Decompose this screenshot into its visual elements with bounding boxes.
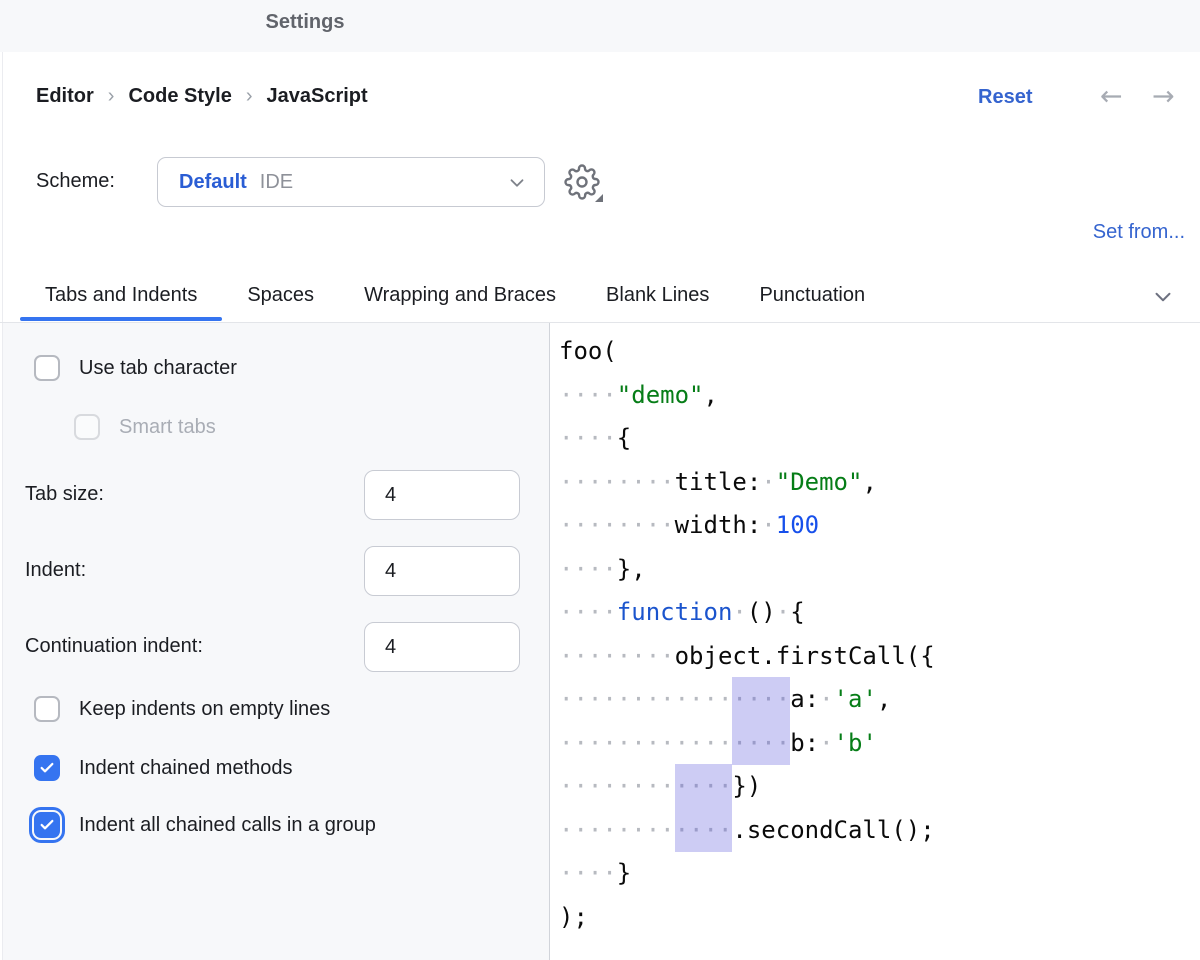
breadcrumb: Editor › Code Style › JavaScript: [36, 85, 368, 108]
settings-titlebar: Settings: [0, 0, 1200, 52]
breadcrumb-item-code-style[interactable]: Code Style: [128, 85, 231, 108]
checkbox-row-indent-chained-methods[interactable]: Indent chained methods: [34, 755, 293, 781]
smart-tabs-checkbox: [74, 414, 100, 440]
dialog-title: Settings: [266, 11, 345, 34]
continuation-indent-label: Continuation indent:: [25, 635, 203, 658]
indent-chained-methods-checkbox[interactable]: [34, 755, 60, 781]
checkbox-row-use-tab-character[interactable]: Use tab character: [34, 355, 237, 381]
indent-all-chained-calls-label: Indent all chained calls in a group: [79, 814, 376, 837]
tab-size-label: Tab size:: [25, 483, 104, 506]
code-line: ················a:·'a',: [559, 678, 1200, 722]
checkmark-icon: [38, 760, 56, 776]
set-from-link[interactable]: Set from...: [1093, 221, 1185, 244]
code-line: ············.secondCall();: [559, 809, 1200, 853]
scheme-scope: IDE: [260, 171, 293, 194]
tab-blank-lines[interactable]: Blank Lines: [581, 274, 734, 321]
continuation-indent-input[interactable]: [364, 622, 520, 672]
breadcrumb-item-editor[interactable]: Editor: [36, 85, 94, 108]
tab-punctuation[interactable]: Punctuation: [734, 274, 890, 321]
gear-dropdown-triangle-icon: [595, 194, 603, 202]
code-line: ····function·()·{: [559, 591, 1200, 635]
forward-arrow-icon[interactable]: →: [1152, 83, 1175, 110]
code-line: ········width:·100: [559, 504, 1200, 548]
code-style-tabbar: Tabs and Indents Spaces Wrapping and Bra…: [20, 274, 890, 321]
checkbox-row-keep-indents[interactable]: Keep indents on empty lines: [34, 696, 330, 722]
tab-wrapping-and-braces[interactable]: Wrapping and Braces: [339, 274, 581, 321]
code-line: ················b:·'b': [559, 722, 1200, 766]
tab-overflow-chevron-icon[interactable]: [1150, 284, 1176, 315]
use-tab-character-label: Use tab character: [79, 357, 237, 380]
keep-indents-label: Keep indents on empty lines: [79, 698, 330, 721]
code-line: ····},: [559, 548, 1200, 592]
scheme-settings-gear-button[interactable]: [560, 160, 606, 206]
chevron-down-icon: [506, 172, 528, 199]
scheme-label: Scheme:: [36, 170, 115, 193]
options-panel: Use tab character Smart tabs Tab size: I…: [3, 323, 549, 960]
indent-label: Indent:: [25, 559, 86, 582]
use-tab-character-checkbox[interactable]: [34, 355, 60, 381]
breadcrumb-item-javascript[interactable]: JavaScript: [266, 85, 367, 108]
code-line: ····}: [559, 852, 1200, 896]
indent-input[interactable]: [364, 546, 520, 596]
code-line: ····"demo",: [559, 374, 1200, 418]
code-line: ············}): [559, 765, 1200, 809]
keep-indents-checkbox[interactable]: [34, 696, 60, 722]
code-line: ········object.firstCall({: [559, 635, 1200, 679]
tab-size-input[interactable]: [364, 470, 520, 520]
scheme-selected-value: Default: [179, 171, 247, 194]
code-preview-panel: foo(····"demo",····{········title:·"Demo…: [550, 323, 1200, 960]
smart-tabs-label: Smart tabs: [119, 416, 216, 439]
indent-chained-methods-label: Indent chained methods: [79, 757, 293, 780]
code-line: foo(: [559, 330, 1200, 374]
scheme-dropdown[interactable]: Default IDE: [157, 157, 545, 207]
checkbox-row-indent-all-chained-calls[interactable]: Indent all chained calls in a group: [34, 812, 376, 838]
breadcrumb-separator-icon: ›: [108, 85, 115, 108]
tab-spaces[interactable]: Spaces: [222, 274, 339, 321]
reset-link[interactable]: Reset: [978, 86, 1032, 109]
checkmark-icon: [38, 817, 56, 833]
indent-all-chained-calls-checkbox[interactable]: [34, 812, 60, 838]
code-line: ········title:·"Demo",: [559, 461, 1200, 505]
code-line: ····{: [559, 417, 1200, 461]
breadcrumb-separator-icon: ›: [246, 85, 253, 108]
checkbox-row-smart-tabs: Smart tabs: [74, 414, 216, 440]
back-arrow-icon[interactable]: ←: [1100, 83, 1123, 110]
code-line: );: [559, 896, 1200, 940]
tab-tabs-and-indents[interactable]: Tabs and Indents: [20, 274, 222, 321]
code-preview: foo(····"demo",····{········title:·"Demo…: [559, 330, 1200, 939]
